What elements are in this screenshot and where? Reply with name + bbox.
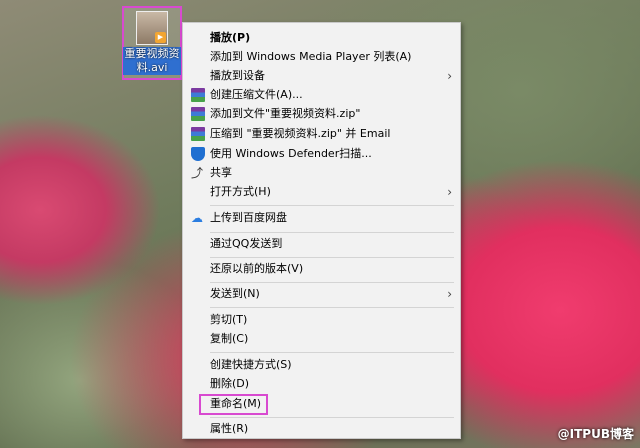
menu-separator: [210, 417, 454, 418]
desktop-file-label: 重要视频资料.avi: [123, 47, 181, 75]
menu-separator: [210, 352, 454, 353]
menu-item-share[interactable]: ⤴ 共享: [183, 163, 460, 183]
winrar-icon: [191, 127, 205, 141]
rename-highlight-box: [199, 394, 268, 415]
menu-item-properties[interactable]: 属性(R): [183, 419, 460, 439]
menu-item-compress-email[interactable]: 压缩到 "重要视频资料.zip" 并 Email: [183, 124, 460, 144]
menu-separator: [210, 282, 454, 283]
share-icon: ⤴: [191, 166, 204, 180]
menu-item-delete[interactable]: 删除(D): [183, 374, 460, 394]
defender-shield-icon: [191, 147, 205, 161]
menu-separator: [210, 205, 454, 206]
baidu-cloud-icon: ☁: [191, 211, 203, 225]
menu-item-baidu-upload[interactable]: ☁ 上传到百度网盘: [183, 208, 460, 228]
menu-item-create-archive[interactable]: 创建压缩文件(A)...: [183, 85, 460, 105]
context-menu: 播放(P) 添加到 Windows Media Player 列表(A) 播放到…: [182, 22, 461, 439]
menu-item-add-to-wmp[interactable]: 添加到 Windows Media Player 列表(A): [183, 47, 460, 67]
menu-item-copy[interactable]: 复制(C): [183, 329, 460, 349]
play-badge-icon: ▶: [155, 32, 166, 43]
desktop-file-icon[interactable]: ▶ 重要视频资料.avi: [122, 6, 182, 80]
menu-separator: [210, 257, 454, 258]
menu-item-create-shortcut[interactable]: 创建快捷方式(S): [183, 355, 460, 375]
winrar-icon: [191, 88, 205, 102]
submenu-arrow-icon: ›: [447, 287, 452, 301]
menu-item-restore-versions[interactable]: 还原以前的版本(V): [183, 259, 460, 279]
winrar-icon: [191, 107, 205, 121]
menu-separator: [210, 307, 454, 308]
menu-item-send-via-qq[interactable]: 通过QQ发送到: [183, 234, 460, 254]
video-thumbnail-icon: ▶: [136, 11, 168, 45]
submenu-arrow-icon: ›: [447, 69, 452, 83]
menu-item-send-to[interactable]: 发送到(N) ›: [183, 284, 460, 304]
menu-item-cut[interactable]: 剪切(T): [183, 310, 460, 330]
menu-item-add-to-zip[interactable]: 添加到文件"重要视频资料.zip": [183, 104, 460, 124]
submenu-arrow-icon: ›: [447, 185, 452, 199]
menu-item-play[interactable]: 播放(P): [183, 28, 460, 48]
menu-item-defender-scan[interactable]: 使用 Windows Defender扫描...: [183, 144, 460, 164]
menu-item-open-with[interactable]: 打开方式(H) ›: [183, 182, 460, 202]
menu-separator: [210, 232, 454, 233]
watermark-text: @ITPUB博客: [557, 427, 634, 441]
menu-item-cast-to-device[interactable]: 播放到设备 ›: [183, 66, 460, 86]
